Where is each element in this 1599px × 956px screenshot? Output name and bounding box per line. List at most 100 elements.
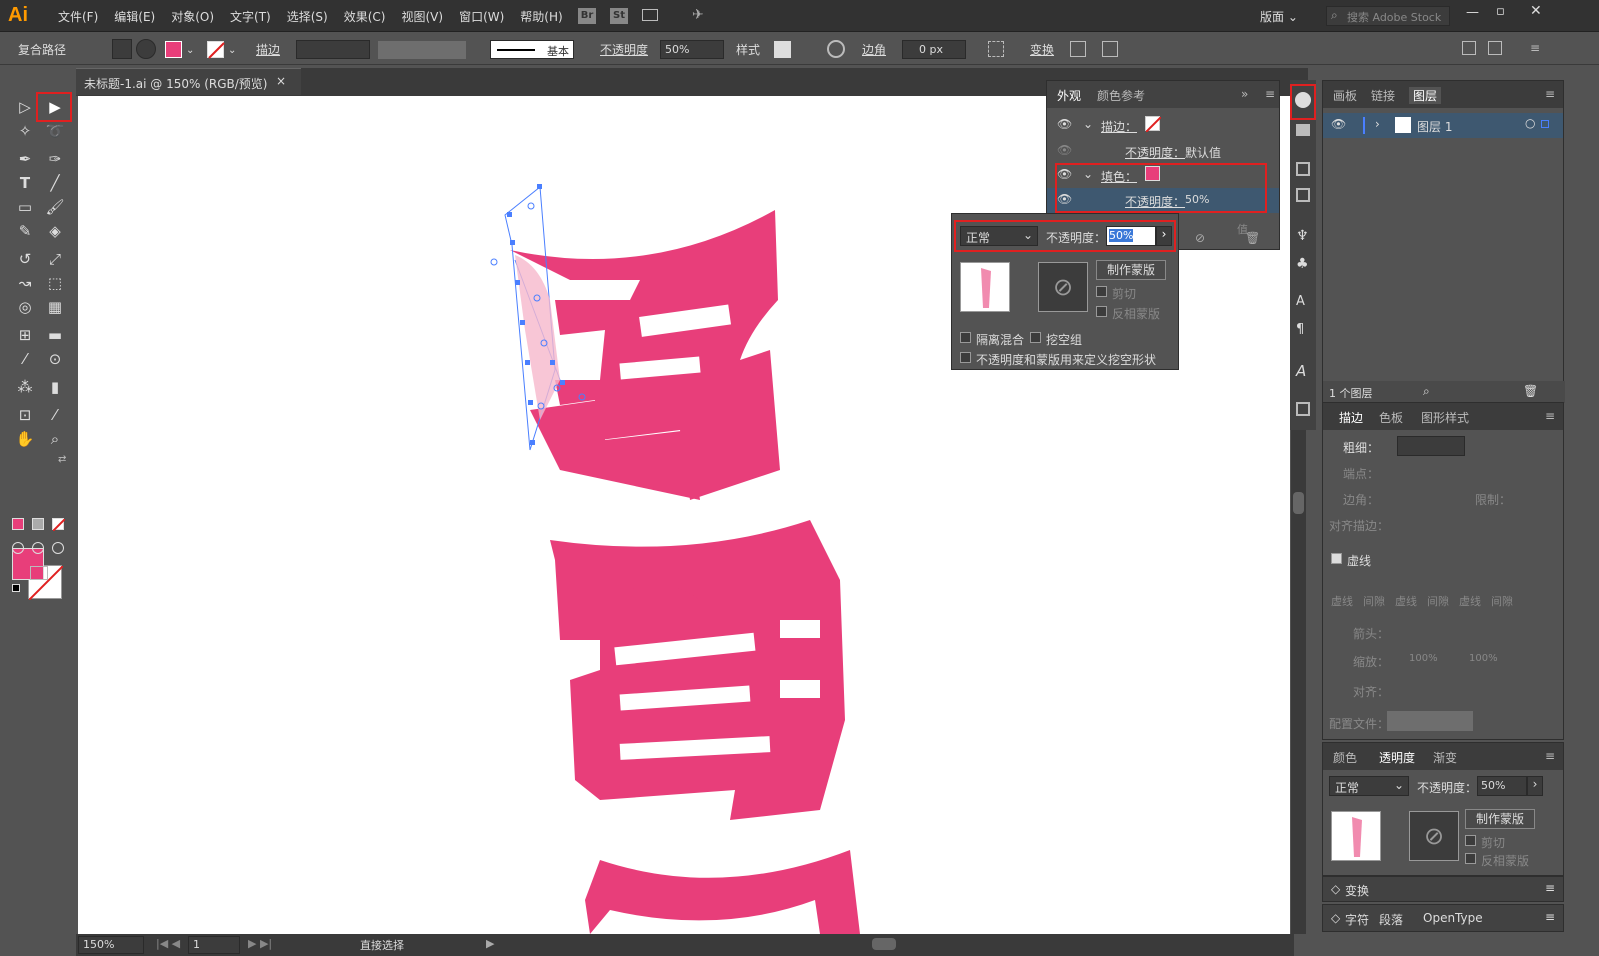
corners-label[interactable]: 边角	[862, 41, 886, 58]
opacity-input[interactable]: 50%	[660, 40, 724, 59]
tab-stroke[interactable]: 描边	[1339, 409, 1363, 426]
recolor-artwork-icon[interactable]	[827, 40, 845, 58]
make-mask-button[interactable]: 制作蒙版	[1465, 809, 1535, 829]
distribute-icon[interactable]	[1488, 41, 1502, 55]
zoom-tool-icon[interactable]: ⌕	[42, 428, 68, 450]
menu-icon[interactable]: ≡	[1530, 41, 1540, 55]
panel-menu-icon[interactable]: ≡	[1545, 910, 1555, 924]
blend-tool-icon[interactable]: ⊙	[42, 348, 68, 370]
stroke-swatch[interactable]	[1145, 116, 1162, 133]
stroke-none-swatch[interactable]	[207, 41, 225, 59]
fill-color-swatch[interactable]	[165, 41, 182, 58]
panel-menu-icon[interactable]: ≡	[1545, 409, 1555, 423]
column-graph-icon[interactable]: ▮	[42, 376, 68, 398]
magic-wand-icon[interactable]: ✧	[12, 120, 38, 142]
type-tool-icon[interactable]: T	[12, 172, 38, 194]
locate-object-icon[interactable]: ⌕	[1423, 384, 1430, 399]
lasso-icon[interactable]: ➰	[42, 120, 68, 142]
graphic-styles-icon[interactable]	[1296, 124, 1310, 136]
tab-appearance[interactable]: 外观	[1057, 87, 1081, 104]
draw-inside-icon[interactable]	[52, 542, 64, 554]
next-artboard-button[interactable]: ▶ ▶|	[248, 937, 272, 950]
stroke-weight-field[interactable]	[1397, 436, 1465, 456]
chevron-down-icon[interactable]: ⌄	[1083, 117, 1093, 131]
close-tab-icon[interactable]: ×	[276, 74, 286, 88]
stroke-row[interactable]: 👁 ⌄ 描边：	[1047, 113, 1279, 138]
close-window-button[interactable]: ✕	[1530, 3, 1542, 19]
graphic-style-swatch[interactable]	[774, 41, 791, 58]
free-transform-icon[interactable]: ⬚	[42, 272, 68, 294]
hand-tool-icon[interactable]: ✋	[12, 428, 38, 450]
transform-label[interactable]: 变换	[1030, 41, 1054, 58]
delete-layer-icon[interactable]: 🗑	[1523, 384, 1538, 398]
paragraph-styles-icon[interactable]: ¶	[1296, 322, 1304, 337]
tab-layers[interactable]: 图层	[1409, 87, 1442, 104]
panel-menu-icon[interactable]: ≡	[1545, 749, 1555, 763]
variable-width-profile[interactable]	[378, 41, 466, 59]
menu-window[interactable]: 窗口(W)	[451, 8, 512, 25]
clear-appearance-icon[interactable]: ⊘	[1195, 231, 1205, 245]
export-icon[interactable]	[1296, 402, 1310, 416]
menu-help[interactable]: 帮助(H)	[512, 8, 570, 25]
menu-view[interactable]: 视图(V)	[393, 8, 451, 25]
draw-normal-icon[interactable]	[12, 542, 24, 554]
tab-artboards[interactable]: 画板	[1333, 87, 1357, 104]
make-mask-button[interactable]: 制作蒙版	[1096, 260, 1166, 280]
color-mode-icon[interactable]	[12, 518, 24, 530]
menu-file[interactable]: 文件(F)	[50, 8, 106, 25]
gpu-performance-icon[interactable]: ✈	[692, 7, 704, 23]
curvature-tool-icon[interactable]: ✑	[42, 148, 68, 170]
opacity-mask-define-checkbox[interactable]	[960, 352, 971, 363]
menu-select[interactable]: 选择(S)	[279, 8, 336, 25]
tab-swatches[interactable]: 色板	[1379, 409, 1403, 426]
line-tool-icon[interactable]: ╱	[42, 172, 68, 194]
selection-tool-icon[interactable]: ▷	[12, 96, 38, 118]
brush-definition[interactable]: 基本	[490, 40, 574, 59]
profile-select[interactable]	[1387, 711, 1473, 731]
panel-menu-icon[interactable]: ≡	[1265, 87, 1275, 101]
selection-indicator[interactable]	[1541, 120, 1549, 128]
character-styles-icon[interactable]: A	[1296, 294, 1305, 309]
perspective-grid-icon[interactable]: ▦	[42, 296, 68, 318]
opacity-label[interactable]: 不透明度	[600, 41, 648, 58]
workspace-switcher[interactable]: 版面 ⌄	[1260, 8, 1298, 25]
tab-graphic-styles[interactable]: 图形样式	[1421, 409, 1469, 426]
delete-item-icon[interactable]: 🗑	[1245, 231, 1260, 245]
stock-icon[interactable]: St	[610, 8, 628, 24]
maximize-button[interactable]: ▫	[1496, 4, 1505, 19]
stroke-opacity-row[interactable]: 👁 不透明度： 默认值	[1047, 139, 1279, 164]
scroll-thumb[interactable]	[1293, 492, 1304, 514]
select-similar-icon[interactable]	[988, 41, 1004, 57]
tab-links[interactable]: 链接	[1371, 87, 1395, 104]
default-colors-icon[interactable]	[12, 584, 20, 592]
brushes-icon[interactable]: ♆	[1296, 228, 1309, 244]
chevron-right-icon[interactable]: ›	[1375, 117, 1380, 131]
shaper-tool-icon[interactable]: ✎	[12, 220, 38, 242]
symbols-icon[interactable]: ♣	[1296, 256, 1309, 272]
collapse-icon[interactable]: »	[1241, 87, 1248, 101]
transform-panel-collapsed[interactable]: ◇ 变换 ≡	[1322, 876, 1564, 902]
blend-mode-select[interactable]: 正常 ⌄	[1329, 776, 1409, 796]
minimize-button[interactable]: —	[1466, 5, 1479, 20]
eyedropper-icon[interactable]: ⁄	[12, 348, 38, 370]
scale-tool-icon[interactable]: ⤢	[42, 248, 68, 270]
isolate-blending-checkbox[interactable]	[960, 332, 971, 343]
isolate-icon[interactable]	[112, 39, 132, 59]
glyphs-icon[interactable]: A	[1296, 362, 1306, 380]
menu-type[interactable]: 文字(T)	[222, 8, 279, 25]
shape-builder-icon[interactable]: ◎	[12, 296, 38, 318]
arrange-documents-icon[interactable]	[642, 9, 658, 21]
horizontal-scroll-thumb[interactable]	[872, 938, 896, 950]
paintbrush-icon[interactable]: 🖌	[42, 196, 68, 218]
gradient-mode-icon[interactable]	[32, 518, 44, 530]
tab-gradient[interactable]: 渐变	[1433, 749, 1457, 766]
first-artboard-button[interactable]: |◀ ◀	[156, 937, 180, 950]
corner-radius-input[interactable]: 0 px	[902, 40, 966, 59]
none-mode-icon[interactable]	[52, 518, 66, 532]
puppet-warp-icon[interactable]	[1102, 41, 1118, 57]
artboard-tool-icon[interactable]: ⊡	[12, 404, 38, 426]
status-menu-arrow[interactable]: ▶	[486, 937, 494, 950]
rectangle-tool-icon[interactable]: ▭	[12, 196, 38, 218]
draw-behind-icon[interactable]	[32, 542, 44, 554]
mesh-tool-icon[interactable]: ⊞	[12, 324, 38, 346]
